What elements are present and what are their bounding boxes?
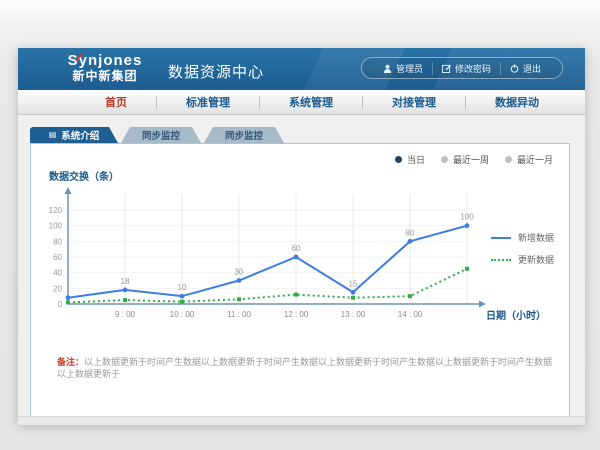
footnote: 备注：以上数据更新于时间产生数据以上数据更新于时间产生数据以上数据更新于时间产生… (57, 356, 561, 380)
svg-text:11 : 00: 11 : 00 (227, 310, 251, 319)
app-title: 数据资源中心 (168, 61, 264, 82)
change-password-label: 修改密码 (455, 62, 491, 75)
user-icon (383, 64, 392, 73)
logo: Synjones 新中新集团 (54, 52, 156, 83)
nav-item-interface-mgmt[interactable]: 对接管理 (363, 94, 465, 110)
svg-text:20: 20 (53, 284, 62, 293)
edit-icon (442, 64, 451, 73)
document-icon: ▤ (49, 131, 57, 139)
tab-system-intro-label: 系统介绍 (61, 128, 99, 142)
svg-text:60: 60 (292, 244, 301, 253)
nav-item-standard-mgmt[interactable]: 标准管理 (157, 94, 259, 110)
app-window: Synjones 新中新集团 数据资源中心 管理员 修改密码 (18, 48, 585, 425)
user-menu: 管理员 修改密码 退出 (361, 57, 563, 79)
power-icon (510, 64, 519, 73)
svg-text:30: 30 (235, 268, 244, 277)
legend-updated-data-label: 更新数据 (518, 253, 554, 266)
green-dotted-line-icon (491, 259, 511, 261)
nav-item-system-mgmt[interactable]: 系统管理 (260, 94, 362, 110)
legend-new-data[interactable]: 新增数据 (491, 231, 554, 244)
svg-text:14 : 00: 14 : 00 (398, 310, 423, 319)
svg-text:12 : 00: 12 : 00 (284, 310, 309, 319)
svg-text:9 : 00: 9 : 00 (115, 310, 136, 319)
nav-item-data-change[interactable]: 数据异动 (466, 94, 568, 110)
content-area: ▤ 系统介绍 同步监控 同步监控 当日 最近一周 (18, 115, 585, 425)
svg-text:18: 18 (121, 277, 130, 286)
svg-text:100: 100 (49, 222, 63, 231)
logo-company: 新中新集团 (54, 69, 156, 83)
logo-brand: Synjones (54, 52, 156, 69)
blue-line-icon (491, 237, 511, 239)
svg-text:80: 80 (406, 228, 415, 237)
svg-text:100: 100 (460, 213, 474, 222)
logout-button[interactable]: 退出 (500, 62, 550, 75)
x-axis-title: 日期（小时） (486, 307, 546, 322)
svg-text:80: 80 (53, 237, 62, 246)
tab-system-intro[interactable]: ▤ 系统介绍 (30, 127, 118, 143)
chart-panel: 当日 最近一周 最近一月 数据交换（条） 0204060801001209 : … (30, 143, 570, 418)
tab-sync-monitor-1[interactable]: 同步监控 (121, 127, 201, 143)
footnote-text: 以上数据更新于时间产生数据以上数据更新于时间产生数据以上数据更新于时间产生数据以… (57, 357, 552, 379)
main-nav: 首页 标准管理 系统管理 对接管理 数据异动 (18, 90, 585, 115)
nav-item-home[interactable]: 首页 (76, 94, 156, 110)
svg-text:120: 120 (49, 206, 63, 215)
app-header: Synjones 新中新集团 数据资源中心 管理员 修改密码 (18, 48, 585, 90)
tab-bar: ▤ 系统介绍 同步监控 同步监控 (30, 127, 284, 143)
legend-updated-data[interactable]: 更新数据 (491, 253, 554, 266)
logout-label: 退出 (523, 62, 541, 75)
tab-sync-monitor-2-label: 同步监控 (225, 128, 263, 142)
user-menu-admin[interactable]: 管理员 (374, 62, 432, 75)
tab-sync-monitor-1-label: 同步监控 (142, 128, 180, 142)
svg-text:13 : 00: 13 : 00 (341, 310, 366, 319)
svg-text:40: 40 (53, 269, 62, 278)
svg-text:0: 0 (58, 300, 63, 309)
line-chart: 0 20 40 60 80 100 120 9 : 00 10 : 00 11 : 00 12 : … (31, 144, 571, 329)
tab-sync-monitor-2[interactable]: 同步监控 (204, 127, 284, 143)
series-legend: 新增数据 更新数据 (491, 231, 554, 266)
svg-text:10: 10 (178, 283, 187, 292)
change-password-button[interactable]: 修改密码 (432, 62, 500, 75)
svg-text:10 : 00: 10 : 00 (170, 310, 195, 319)
svg-text:15: 15 (349, 279, 358, 288)
legend-new-data-label: 新增数据 (518, 231, 554, 244)
footnote-label: 备注： (57, 357, 84, 367)
user-menu-admin-label: 管理员 (396, 62, 423, 75)
window-footer (18, 416, 585, 425)
svg-text:60: 60 (53, 253, 62, 262)
